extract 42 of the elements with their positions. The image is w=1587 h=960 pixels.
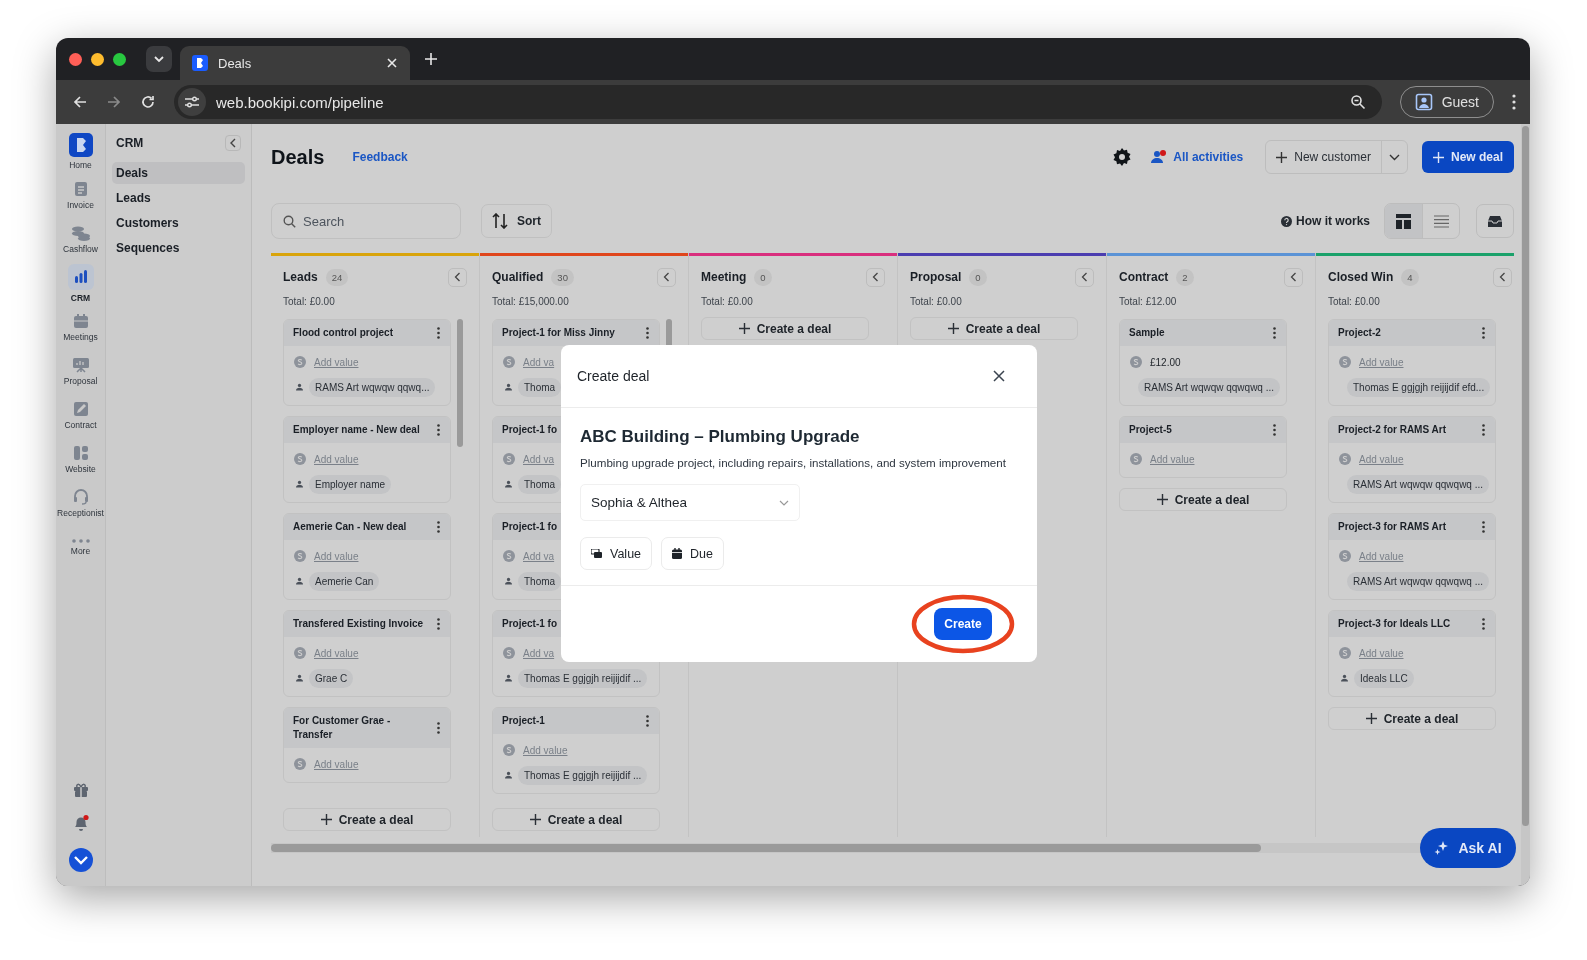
- stage-title: Leads: [283, 270, 318, 284]
- deal-title: Project-3 for Ideals LLC: [1338, 617, 1451, 631]
- stage-total: Total: £12.00: [1118, 295, 1178, 307]
- deal-title: Project-1 fo: [502, 520, 557, 534]
- count-badge: 2: [1176, 268, 1194, 286]
- count-badge: 24: [325, 268, 349, 286]
- deal-title: Transfered Existing Invoice: [293, 617, 424, 631]
- deal-name: ABC Building – Plumbing Upgrade: [580, 427, 860, 447]
- count-badge: 0: [969, 268, 987, 286]
- stage-total: Total: £0.00: [909, 295, 963, 307]
- stage-title: Closed Win: [1328, 270, 1394, 284]
- stage-title: Contract: [1119, 270, 1169, 284]
- deal-title: Project-1 fo: [502, 617, 557, 631]
- deal-title: Project-1: [502, 714, 545, 728]
- deal-title: Employer name - New deal: [293, 423, 420, 437]
- stage-total: Total: £15,000.00: [491, 295, 570, 307]
- dialog-title: Create deal: [577, 368, 650, 384]
- url-text: web.bookipi.com/pipeline: [216, 93, 384, 111]
- deal-title: Project-1 for Miss Jinny: [502, 326, 615, 340]
- deal-title: Project-2 for RAMS Art: [1338, 423, 1446, 437]
- stage-title: Qualified: [492, 270, 544, 284]
- deal-title: Project-3 for RAMS Art: [1338, 520, 1446, 534]
- count-badge: 0: [754, 268, 772, 286]
- count-badge: 4: [1401, 268, 1419, 286]
- page-title: Deals: [271, 145, 325, 169]
- stage-total: Total: £0.00: [700, 295, 754, 307]
- tab-title: Deals: [218, 55, 253, 71]
- deal-title: Flood control project: [293, 326, 393, 340]
- deal-title: Sample: [1129, 326, 1165, 340]
- deal-description: Plumbing upgrade project, including repairs, installations, and system improvement: [580, 456, 1006, 469]
- stage-title: Meeting: [701, 270, 747, 284]
- deal-title: Aemerie Can - New deal: [293, 520, 407, 534]
- deal-title: Project-2: [1338, 326, 1381, 340]
- deal-title: For Customer Grae - Transfer: [293, 714, 392, 742]
- stage-title: Proposal: [910, 270, 962, 284]
- deal-title: Project-1 fo: [502, 423, 557, 437]
- stage-total: Total: £0.00: [1327, 295, 1381, 307]
- stage-total: Total: £0.00: [282, 295, 336, 307]
- count-badge: 30: [551, 268, 574, 286]
- sidebar-title: CRM: [116, 136, 145, 150]
- deal-title: Project-5: [1129, 423, 1172, 437]
- deal-value: £12.00: [1150, 356, 1181, 368]
